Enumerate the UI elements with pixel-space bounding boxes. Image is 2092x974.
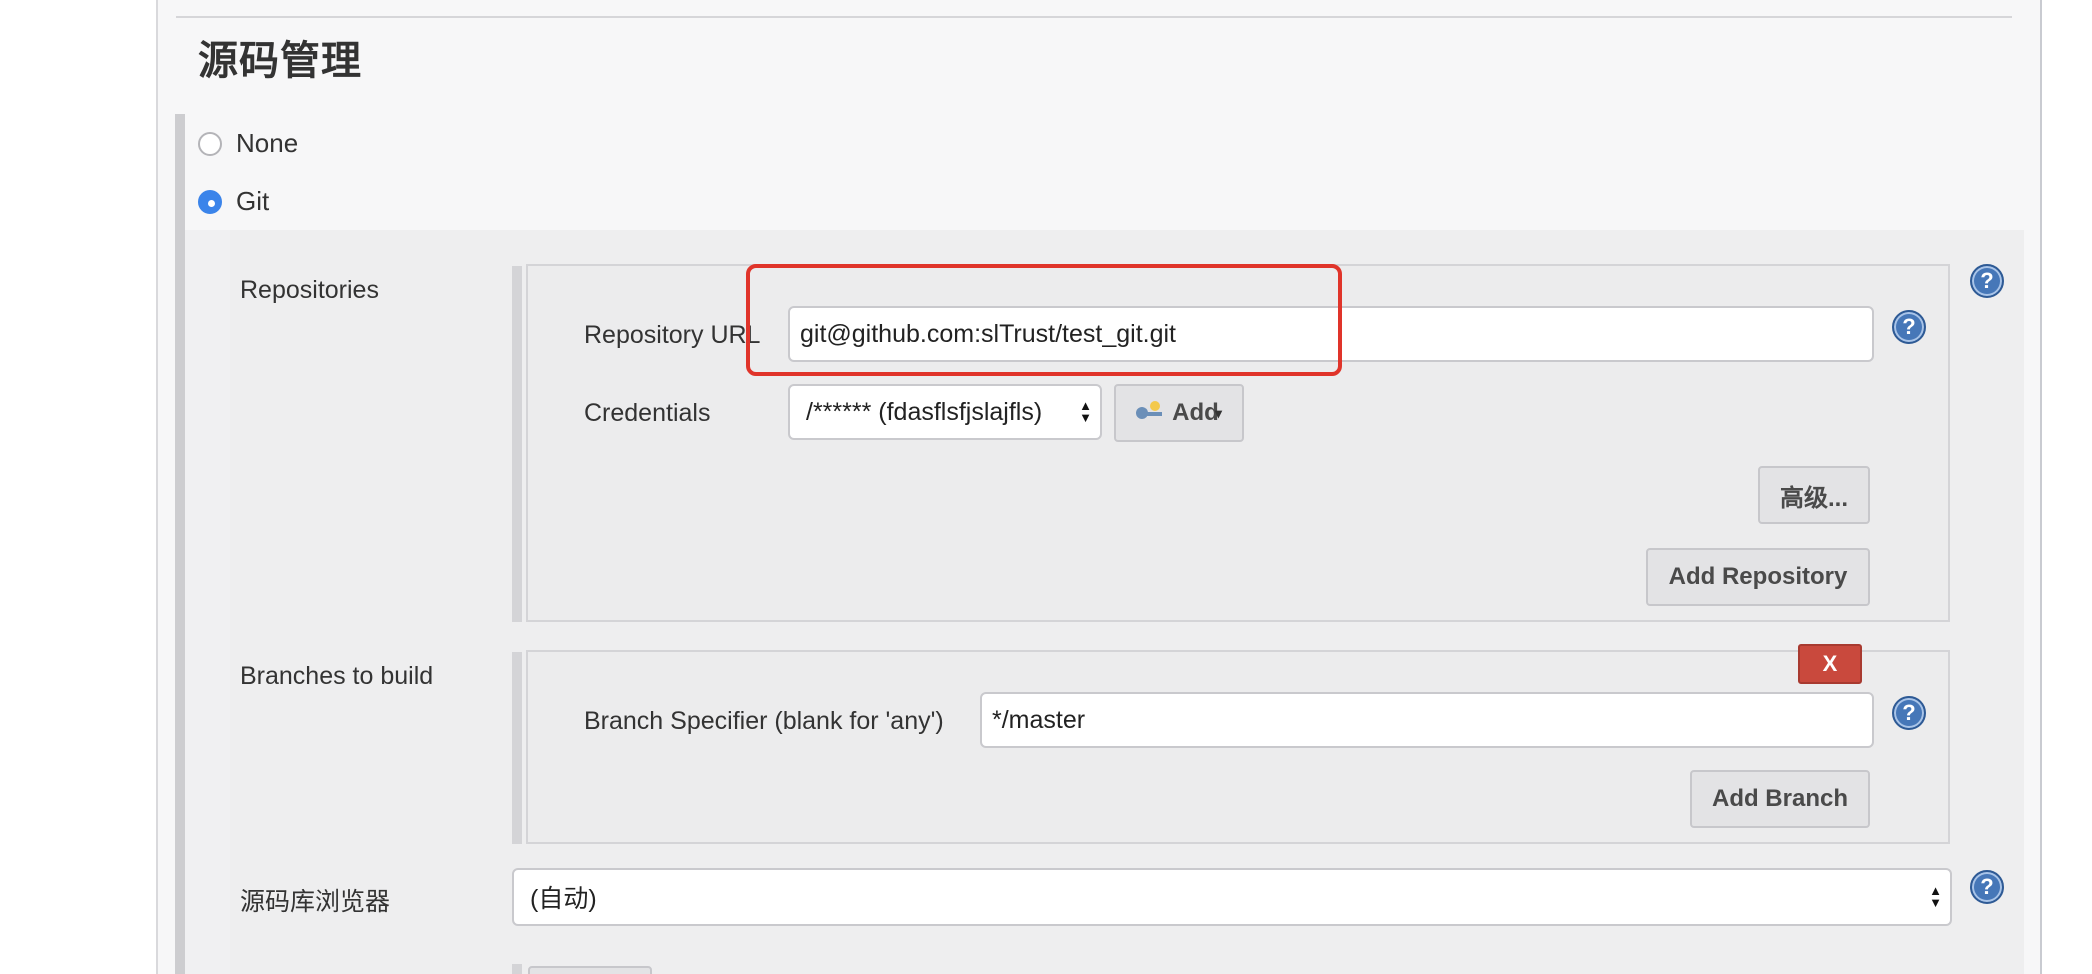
select-arrows-icon: ▲ ▼	[1929, 883, 1942, 910]
branch-specifier-input[interactable]: */master	[980, 692, 1874, 748]
next-section-bar	[512, 964, 522, 974]
credentials-label: Credentials	[584, 399, 711, 427]
delete-branch-button[interactable]: X	[1798, 644, 1862, 684]
repository-browser-value: (自动)	[530, 885, 597, 913]
scm-option-git[interactable]: Git	[198, 186, 269, 217]
branches-label: Branches to build	[240, 662, 434, 690]
radio-git[interactable]	[198, 189, 222, 214]
help-repositories-icon[interactable]: ?	[1970, 264, 2004, 298]
help-branch-specifier-icon[interactable]: ?	[1892, 696, 1926, 730]
add-branch-button[interactable]: Add Branch	[1690, 770, 1870, 828]
key-icon	[1136, 401, 1164, 421]
caret-down-icon: ▾	[1214, 404, 1222, 421]
help-repository-url-icon[interactable]: ?	[1892, 310, 1926, 344]
add-credentials-button[interactable]: Add ▾	[1114, 384, 1244, 442]
scm-option-git-label: Git	[236, 186, 270, 216]
scm-option-none-label: None	[236, 128, 299, 158]
page: 源码管理 None Git Repositories Repository UR…	[0, 0, 2092, 974]
advanced-button[interactable]: 高级...	[1758, 466, 1870, 524]
repositories-bar	[512, 266, 522, 622]
repository-browser-select[interactable]: (自动) ▲ ▼	[512, 868, 1952, 926]
help-repository-browser-icon[interactable]: ?	[1970, 870, 2004, 904]
git-area-indent	[185, 230, 230, 974]
repository-url-input[interactable]: git@github.com:slTrust/test_git.git	[788, 306, 1874, 362]
repository-url-label: Repository URL	[584, 321, 761, 349]
add-credentials-label: Add	[1172, 399, 1219, 426]
branch-specifier-label: Branch Specifier (blank for 'any')	[584, 707, 944, 735]
branches-bar	[512, 652, 522, 844]
repository-browser-label: 源码库浏览器	[240, 888, 391, 916]
section-rail	[175, 114, 185, 974]
radio-none[interactable]	[198, 131, 222, 156]
credentials-value: /****** (fdasflsfjslajfls)	[806, 397, 1043, 426]
credentials-select[interactable]: /****** (fdasflsfjslajfls) ▲ ▼	[788, 384, 1102, 440]
scm-option-none[interactable]: None	[198, 128, 298, 159]
section-title: 源码管理	[198, 39, 362, 83]
add-repository-button[interactable]: Add Repository	[1646, 548, 1870, 606]
cut-off-button[interactable]	[528, 966, 652, 974]
section-divider	[176, 16, 2012, 18]
git-area-top	[230, 230, 2024, 250]
select-arrows-icon: ▲ ▼	[1079, 398, 1092, 425]
repositories-label: Repositories	[240, 276, 379, 304]
